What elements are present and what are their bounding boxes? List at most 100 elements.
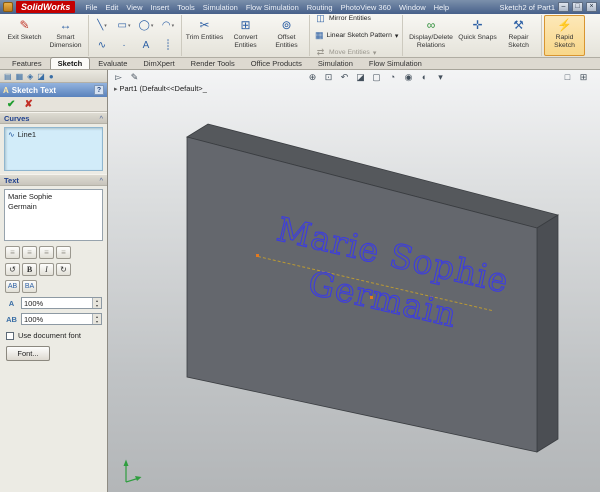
tab-simulation[interactable]: Simulation <box>310 57 361 69</box>
rotate-ccw-button[interactable]: ↺ <box>5 263 20 276</box>
tab-dimxpert[interactable]: DimXpert <box>135 57 182 69</box>
align-center-button[interactable]: ≡ <box>22 246 37 259</box>
menu-flow-simulation[interactable]: Flow Simulation <box>242 3 303 12</box>
menu-window[interactable]: Window <box>395 3 430 12</box>
dropdown-arrow-icon[interactable]: ▾ <box>151 23 154 29</box>
spacing-value[interactable]: 100% <box>22 315 92 324</box>
pattern-stack: ◫ Mirror Entities ▦ Linear Sketch Patter… <box>312 15 400 56</box>
centerline-tool-button[interactable]: ┊ <box>157 36 179 56</box>
smart-dimension-button[interactable]: ↔ Smart Dimension <box>45 15 86 56</box>
flip-horizontal-button[interactable]: BA <box>22 280 37 293</box>
dropdown-arrow-icon[interactable]: ▾ <box>395 32 398 40</box>
linear-pattern-button[interactable]: ▦ Linear Sketch Pattern ▾ <box>312 28 400 43</box>
line-tool-button[interactable]: ╲▾ <box>91 16 113 36</box>
trim-entities-button[interactable]: ✂ Trim Entities <box>184 15 225 56</box>
hide-show-items-icon[interactable]: ◉ <box>402 71 415 83</box>
graphics-viewport[interactable]: Marie Sophie Germain ▻ ✎ ⊕ ⊡ ↶ ◪ ▢ ◔ ◉ ◐… <box>108 70 600 492</box>
dropdown-arrow-icon[interactable]: ▾ <box>128 23 131 29</box>
curves-selection-box[interactable]: ∿ Line1 <box>4 127 103 171</box>
zoom-area-icon[interactable]: ⊡ <box>322 71 335 83</box>
font-button[interactable]: Font... <box>6 346 50 361</box>
dropdown-arrow-icon[interactable]: ▾ <box>373 49 376 57</box>
italic-button[interactable]: I <box>39 263 54 276</box>
view-orientation-icon[interactable]: ▢ <box>370 71 383 83</box>
circle-tool-button[interactable]: ◯▾ <box>135 16 157 36</box>
menu-edit[interactable]: Edit <box>101 3 122 12</box>
tab-flow-simulation[interactable]: Flow Simulation <box>361 57 430 69</box>
slab-side-face[interactable] <box>537 215 558 452</box>
ok-button[interactable]: ✔ <box>7 99 15 110</box>
property-manager-tab-icon[interactable]: ▦ <box>16 72 24 81</box>
sketch-entity-grid: ╲▾ ▭▾ ◯▾ ◠▾ ∿ · A ┊ <box>91 15 179 56</box>
point-tool-button[interactable]: · <box>113 36 135 56</box>
collapse-chevron-icon[interactable]: ^ <box>99 176 103 185</box>
text-section-header[interactable]: Text ^ <box>0 174 107 186</box>
exit-sketch-button[interactable]: ✎ Exit Sketch <box>4 15 45 56</box>
display-style-icon[interactable]: ◔ <box>386 71 399 83</box>
collapse-chevron-icon[interactable]: ^ <box>99 114 103 123</box>
width-factor-stepper[interactable]: ▴▾ <box>92 298 101 308</box>
spacing-field[interactable]: 100% ▴▾ <box>21 313 102 325</box>
rapid-sketch-button[interactable]: ⚡ Rapid Sketch <box>544 15 585 56</box>
appearances-tab-icon[interactable]: ● <box>49 72 54 81</box>
align-justify-button[interactable]: ≡ <box>56 246 71 259</box>
quick-snaps-button[interactable]: ✛ Quick Snaps <box>457 15 498 56</box>
previous-view-icon[interactable]: ↶ <box>338 71 351 83</box>
sketch-text-input[interactable]: Marie Sophie Germain <box>4 189 103 241</box>
tab-sketch[interactable]: Sketch <box>50 57 91 69</box>
scene-dropdown-icon[interactable]: ▾ <box>434 71 447 83</box>
zoom-fit-icon[interactable]: ⊕ <box>306 71 319 83</box>
use-document-font-checkbox[interactable] <box>6 332 14 340</box>
feature-tree-flyout[interactable]: ▸ Part1 (Default<<Default>_ <box>114 84 207 93</box>
convert-entities-button[interactable]: ⊞ Convert Entities <box>225 15 266 56</box>
menu-tools[interactable]: Tools <box>173 3 199 12</box>
menu-simulation[interactable]: Simulation <box>199 3 242 12</box>
dimxpert-manager-tab-icon[interactable]: ◪ <box>37 72 45 81</box>
align-left-button[interactable]: ≡ <box>5 246 20 259</box>
feature-manager-tab-icon[interactable]: ▤ <box>4 72 12 81</box>
menu-view[interactable]: View <box>122 3 146 12</box>
minimize-button[interactable]: – <box>558 2 569 12</box>
edit-appearance-icon[interactable]: ◐ <box>418 71 431 83</box>
spline-tool-button[interactable]: ∿ <box>91 36 113 56</box>
tab-render-tools[interactable]: Render Tools <box>183 57 243 69</box>
menu-file[interactable]: File <box>81 3 101 12</box>
help-icon[interactable]: ? <box>94 85 104 95</box>
flyout-arrow-icon[interactable]: ▸ <box>114 85 118 93</box>
display-delete-relations-button[interactable]: ∞ Display/Delete Relations <box>405 15 457 56</box>
dropdown-arrow-icon[interactable]: ▾ <box>172 23 175 29</box>
curve-list-item[interactable]: ∿ Line1 <box>5 128 102 141</box>
stepper-down-icon[interactable]: ▾ <box>93 303 101 308</box>
pane-split-icon[interactable]: □ <box>561 71 574 83</box>
arc-tool-button[interactable]: ◠▾ <box>157 16 179 36</box>
width-factor-field[interactable]: 100% ▴▾ <box>21 297 102 309</box>
dropdown-arrow-icon[interactable]: ▾ <box>104 23 107 29</box>
cancel-button[interactable]: ✘ <box>24 99 32 110</box>
rectangle-tool-button[interactable]: ▭▾ <box>113 16 135 36</box>
curves-label: Curves <box>4 114 29 123</box>
maximize-button[interactable]: □ <box>572 2 583 12</box>
select-icon[interactable]: ▻ <box>112 71 125 83</box>
spacing-stepper[interactable]: ▴▾ <box>92 314 101 324</box>
align-right-button[interactable]: ≡ <box>39 246 54 259</box>
curves-section-header[interactable]: Curves ^ <box>0 112 107 124</box>
tab-features[interactable]: Features <box>4 57 50 69</box>
close-button[interactable]: × <box>586 2 597 12</box>
full-screen-icon[interactable]: ⊞ <box>577 71 590 83</box>
text-tool-button[interactable]: A <box>135 36 157 56</box>
mirror-entities-button[interactable]: ◫ Mirror Entities <box>312 11 400 26</box>
menu-insert[interactable]: Insert <box>147 3 174 12</box>
bold-button[interactable]: B <box>22 263 37 276</box>
sketch-mode-icon[interactable]: ✎ <box>128 71 141 83</box>
tab-office-products[interactable]: Office Products <box>243 57 310 69</box>
tab-evaluate[interactable]: Evaluate <box>90 57 135 69</box>
stepper-down-icon[interactable]: ▾ <box>93 319 101 324</box>
width-factor-value[interactable]: 100% <box>22 299 92 308</box>
menu-help[interactable]: Help <box>430 3 453 12</box>
rotate-cw-button[interactable]: ↻ <box>56 263 71 276</box>
configuration-manager-tab-icon[interactable]: ◈ <box>27 72 33 81</box>
flip-vertical-button[interactable]: AB <box>5 280 20 293</box>
section-view-icon[interactable]: ◪ <box>354 71 367 83</box>
repair-sketch-button[interactable]: ⚒ Repair Sketch <box>498 15 539 56</box>
offset-entities-button[interactable]: ⊚ Offset Entities <box>266 15 307 56</box>
